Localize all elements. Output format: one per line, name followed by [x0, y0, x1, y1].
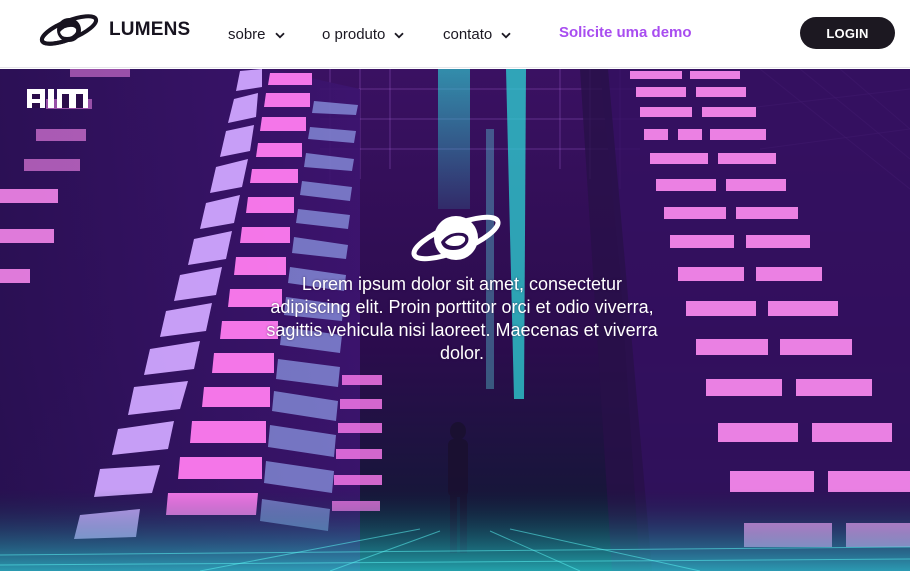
chevron-down-icon: [501, 32, 511, 38]
login-button[interactable]: LOGIN: [800, 17, 895, 49]
nav-sobre-label: sobre: [228, 25, 266, 43]
aim-watermark: [27, 88, 88, 109]
aim-logo: [27, 89, 88, 108]
brand-logo[interactable]: LUMENS: [38, 12, 190, 48]
nav-contato[interactable]: contato: [443, 23, 511, 45]
request-demo-link[interactable]: Solicite uma demo: [559, 23, 692, 43]
brand-name: LUMENS: [109, 19, 191, 40]
planet-icon: [411, 214, 501, 262]
nav-o-produto[interactable]: o produto: [322, 23, 405, 45]
nav-o-produto-label: o produto: [322, 25, 386, 43]
nav-sobre[interactable]: sobre: [228, 23, 285, 45]
chevron-down-icon: [274, 32, 285, 38]
planet-icon: [39, 14, 99, 46]
top-navbar: LUMENS sobre o produto contato Solicite …: [0, 0, 910, 68]
chevron-down-icon: [394, 32, 405, 38]
hero-planet-logo: [407, 209, 505, 267]
nav-contato-label: contato: [443, 25, 493, 43]
hero-section: Lorem ipsum dolor sit amet, consectetur …: [0, 69, 910, 571]
hero-description: Lorem ipsum dolor sit amet, consectetur …: [266, 274, 658, 363]
